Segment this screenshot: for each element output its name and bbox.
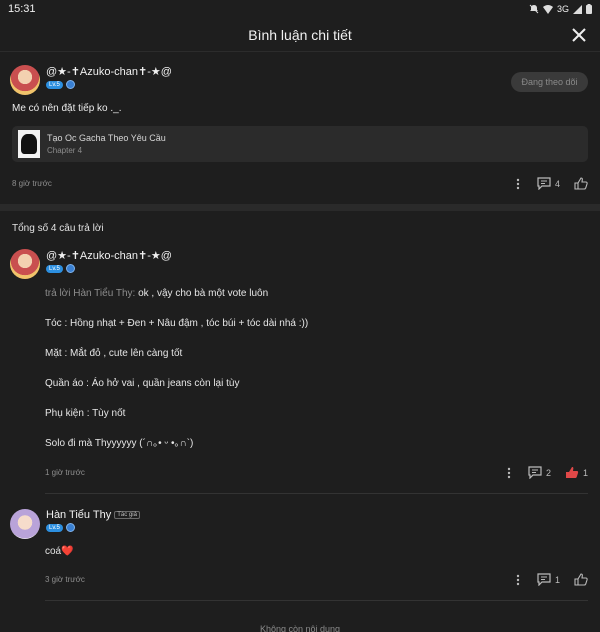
reply-button[interactable]: 2: [528, 466, 551, 479]
level-badge: Lv.5: [46, 264, 63, 273]
verified-icon: [65, 523, 75, 532]
reply-text: trả lời Hàn Tiểu Thy: ok , vậy cho bà mộ…: [45, 287, 585, 467]
avatar[interactable]: [10, 249, 40, 279]
signal-icon: [573, 4, 582, 14]
comment-author: @★-✝Azuko-chan✝-★@ Lv.5: [10, 65, 172, 95]
more-options-icon[interactable]: [513, 178, 523, 190]
reply-time: 3 giờ trước: [45, 575, 85, 584]
more-options-icon[interactable]: [504, 467, 514, 479]
level-badge: Lv.5: [46, 80, 63, 89]
mute-icon: [529, 4, 539, 14]
main-comment: @★-✝Azuko-chan✝-★@ Lv.5 Đang theo dõi Me…: [0, 52, 600, 204]
reply-meta: 3 giờ trước 1: [45, 573, 588, 586]
story-title: Tạo Oc Gacha Theo Yêu Cầu: [47, 133, 166, 143]
reply-count: 1: [554, 574, 560, 585]
network-label: 3G: [556, 4, 569, 14]
wifi-icon: [542, 4, 553, 14]
like-icon[interactable]: [574, 573, 588, 586]
reply-to-label[interactable]: trả lời Hàn Tiểu Thy:: [45, 288, 135, 299]
like-icon: [565, 467, 579, 478]
section-divider: [0, 204, 600, 211]
status-bar: 15:31 3G: [0, 0, 600, 18]
follow-button[interactable]: Đang theo dõi: [511, 72, 588, 92]
verified-icon: [65, 264, 75, 273]
close-icon[interactable]: [570, 26, 588, 44]
reply-line: Mặt : Mắt đỏ , cute lên càng tốt: [45, 348, 183, 359]
comment-text: Me có nên đặt tiếp ko ._.: [12, 103, 122, 114]
status-icons: 3G: [529, 4, 592, 14]
reply-text: coá❤️: [45, 546, 74, 557]
reply-meta: 1 giờ trước 2 1: [45, 466, 588, 479]
battery-icon: [586, 4, 592, 14]
reply-count: 4: [554, 178, 560, 189]
username[interactable]: @★-✝Azuko-chan✝-★@: [46, 249, 172, 262]
story-card[interactable]: Tạo Oc Gacha Theo Yêu Cầu Chapter 4: [12, 126, 588, 162]
reply-button[interactable]: 1: [537, 573, 560, 586]
comment-meta: 8 giờ trước 4: [12, 177, 588, 190]
author-badge: Tác giả: [114, 511, 140, 519]
avatar[interactable]: [10, 509, 40, 539]
page-title: Bình luận chi tiết: [248, 26, 352, 43]
like-button[interactable]: 1: [565, 466, 588, 479]
reply-line: Tóc : Hồng nhạt + Đen + Nâu đậm , tóc bú…: [45, 318, 309, 329]
verified-icon: [65, 80, 75, 89]
comment-icon: [528, 466, 542, 479]
total-replies: Tổng số 4 câu trả lời: [12, 223, 104, 234]
username[interactable]: Hàn Tiểu Thy: [46, 509, 111, 521]
comment-time: 8 giờ trước: [12, 179, 52, 188]
reply-button[interactable]: 4: [537, 177, 560, 190]
more-options-icon[interactable]: [513, 574, 523, 586]
reply-author: Hàn Tiểu Thy Tác giả Lv.5: [10, 509, 140, 539]
level-badge: Lv.5: [46, 523, 63, 532]
header: Bình luận chi tiết: [0, 18, 600, 52]
username[interactable]: @★-✝Azuko-chan✝-★@: [46, 65, 172, 78]
reply-time: 1 giờ trước: [45, 468, 85, 477]
reply-line: Quần áo : Áo hở vai , quần jeans còn lại…: [45, 378, 240, 389]
reply-divider: [45, 600, 588, 601]
reply-count: 2: [545, 467, 551, 478]
story-chapter: Chapter 4: [47, 146, 83, 155]
like-icon[interactable]: [574, 177, 588, 190]
reply-author: @★-✝Azuko-chan✝-★@ Lv.5: [10, 249, 172, 279]
reply-line: ok , vậy cho bà một vote luôn: [135, 288, 269, 299]
end-of-content: Không còn nội dung: [259, 624, 341, 632]
like-count: 1: [582, 467, 588, 478]
reply-divider: [45, 493, 588, 494]
comment-icon: [537, 177, 551, 190]
reply-line: Phụ kiện : Tùy nốt: [45, 408, 126, 419]
story-thumbnail: [18, 130, 40, 158]
reply-line: Solo đi mà Thyyyyyy (´∩｡• ᵕ •｡∩`): [45, 438, 194, 449]
status-time: 15:31: [8, 3, 36, 15]
avatar[interactable]: [10, 65, 40, 95]
comment-icon: [537, 573, 551, 586]
